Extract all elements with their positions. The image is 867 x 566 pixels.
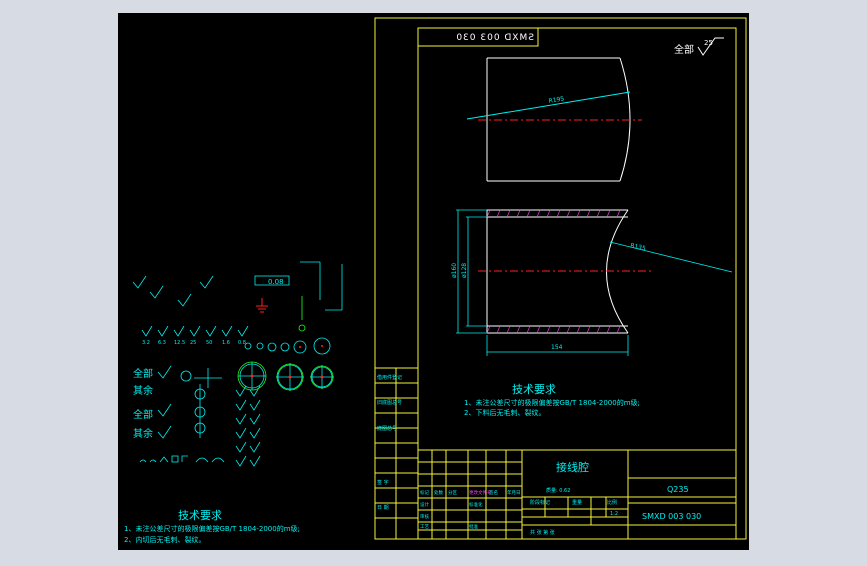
model-space[interactable] xyxy=(118,13,749,550)
sign-row-8: 审核 xyxy=(420,513,429,520)
legend-tech-req-2: 2、内切后无毛刺、裂纹。 xyxy=(124,535,205,544)
legend-rest-label-1: 其余 xyxy=(133,384,153,397)
sign-row-0: 标记 xyxy=(420,489,429,496)
weight-label: 重量 xyxy=(572,499,582,506)
legend-all-label-1: 全部 xyxy=(133,367,153,380)
sign-row-2: 分区 xyxy=(448,489,457,496)
dim-154: 154 xyxy=(551,344,563,351)
sign-row-10: 批准 xyxy=(469,523,478,530)
sign-row-6: 设计 xyxy=(420,501,429,508)
cad-viewport[interactable]: SMXD 003 030 全部 25 R195 ø160 ø128 154 R1… xyxy=(0,0,867,562)
sheet-label: 共 张 第 张 xyxy=(530,529,555,536)
scale-value: 1:2 xyxy=(610,511,618,517)
surface-finish-all-label: 全部 xyxy=(674,43,694,56)
legend-rest-label-2: 其余 xyxy=(133,427,153,440)
roughness-value-5: 1.6 xyxy=(222,340,230,346)
legend-tech-req-title: 技术要求 xyxy=(178,509,222,522)
roughness-value-3: 25 xyxy=(190,340,196,346)
drawing-code-mirrored: SMXD 003 030 xyxy=(455,33,534,43)
scale-label: 比例 xyxy=(607,499,617,506)
stage-label: 阶段标记 xyxy=(530,499,550,506)
sheet-tech-req-2: 2、下料后无毛刺、裂纹。 xyxy=(464,408,545,417)
dim-d160: ø160 xyxy=(451,263,458,278)
sign-row-9: 工艺 xyxy=(420,524,429,530)
sign-row-5: 年月日 xyxy=(507,489,521,496)
tolerance-value: 0.08 xyxy=(268,278,284,286)
roughness-value-6: 0.8 xyxy=(238,340,246,346)
roughness-value-2: 12.5 xyxy=(174,340,185,346)
sign-row-7: 标准化 xyxy=(469,501,483,508)
drawing-number: SMXD 003 030 xyxy=(642,512,701,521)
roughness-value-1: 6.3 xyxy=(158,340,166,346)
side-row-4: 日 期 xyxy=(377,505,389,511)
weight-row-label: 质量: 0.62 xyxy=(546,487,570,494)
side-row-3: 签 字 xyxy=(377,479,389,486)
legend-all-label-2: 全部 xyxy=(133,408,153,421)
sheet-tech-req-1: 1、未注公差尺寸的极限偏差按GB/T 1804-2000的m级; xyxy=(464,398,640,407)
roughness-value-0: 3.2 xyxy=(142,340,150,346)
sheet-tech-req-title: 技术要求 xyxy=(512,383,556,396)
sign-row-4: 签名 xyxy=(489,489,498,496)
side-row-0: 借用件登记 xyxy=(377,374,402,381)
side-row-1: 旧底图总号 xyxy=(377,399,402,406)
material: Q235 xyxy=(667,485,689,494)
side-row-2: 底图总号 xyxy=(377,425,397,432)
dim-d128: ø128 xyxy=(461,263,468,278)
part-name: 接线腔 xyxy=(556,460,589,474)
legend-tech-req-1: 1、未注公差尺寸的极限偏差按GB/T 1804-2000的m级; xyxy=(124,524,300,533)
surface-roughness-value: 25 xyxy=(704,39,713,47)
sign-row-1: 处数 xyxy=(434,489,443,496)
roughness-value-4: 50 xyxy=(206,340,212,346)
